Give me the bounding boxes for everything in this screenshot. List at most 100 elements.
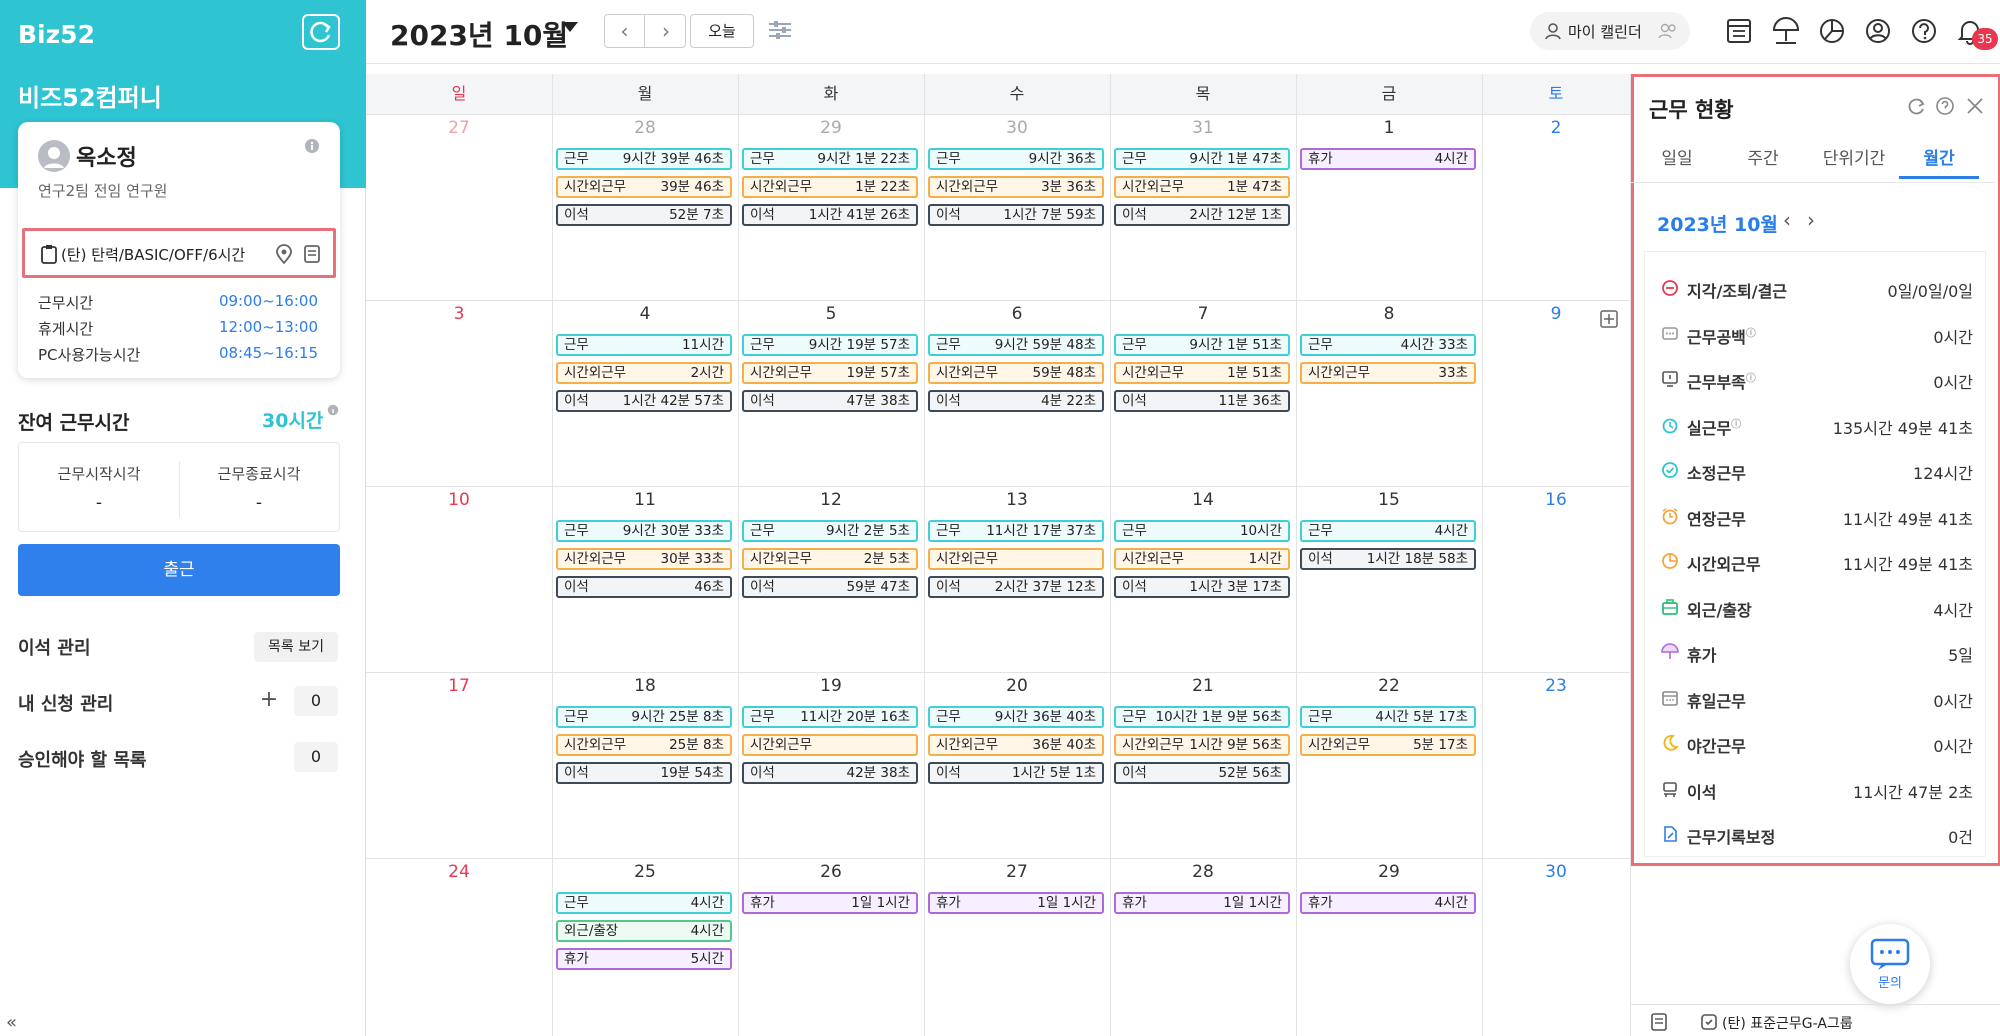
event-over[interactable]: 시간외근무 36분 40초 bbox=[928, 734, 1104, 756]
event-over[interactable]: 시간외근무 2시간 bbox=[556, 362, 732, 384]
event-work[interactable]: 근무 9시간 2분 5초 bbox=[742, 520, 918, 542]
event-over[interactable]: 시간외근무 33초 bbox=[1300, 362, 1476, 384]
location-pin-icon[interactable] bbox=[275, 244, 293, 264]
event-vac[interactable]: 휴가 4시간 bbox=[1300, 892, 1476, 914]
day-number[interactable]: 10 bbox=[366, 490, 552, 510]
day-number[interactable]: 13 bbox=[924, 490, 1110, 510]
day-number[interactable]: 11 bbox=[552, 490, 738, 510]
event-work[interactable]: 근무 4시간 5분 17초 bbox=[1300, 706, 1476, 728]
day-number[interactable]: 30 bbox=[924, 118, 1110, 138]
day-number[interactable]: 27 bbox=[366, 118, 552, 138]
help-icon[interactable] bbox=[1935, 96, 1955, 116]
tab-weekly[interactable]: 주간 bbox=[1723, 144, 1803, 169]
day-number[interactable]: 26 bbox=[738, 862, 924, 882]
day-number[interactable]: 5 bbox=[738, 304, 924, 324]
prev-month-button[interactable]: ‹ bbox=[605, 15, 645, 47]
event-work[interactable]: 근무 4시간 bbox=[1300, 520, 1476, 542]
event-vac[interactable]: 휴가 1일 1시간 bbox=[928, 892, 1104, 914]
event-vac[interactable]: 휴가 5시간 bbox=[556, 948, 732, 970]
event-work[interactable]: 근무 10시간 1분 9분 56초 bbox=[1114, 706, 1290, 728]
umbrella-icon[interactable] bbox=[1772, 17, 1800, 45]
day-number[interactable]: 8 bbox=[1296, 304, 1482, 324]
tab-monthly[interactable]: 월간 bbox=[1899, 144, 1979, 169]
day-number[interactable]: 20 bbox=[924, 676, 1110, 696]
event-work[interactable]: 근무 9시간 1분 51초 bbox=[1114, 334, 1290, 356]
event-work[interactable]: 근무 9시간 1분 22초 bbox=[742, 148, 918, 170]
event-away[interactable]: 이석 2시간 12분 1초 bbox=[1114, 204, 1290, 226]
inquiry-chat-button[interactable]: 문의 bbox=[1850, 924, 1930, 1004]
day-number[interactable]: 2 bbox=[1482, 118, 1630, 138]
next-month-button[interactable]: › bbox=[646, 15, 686, 47]
event-over[interactable]: 시간외근무 2분 5초 bbox=[742, 548, 918, 570]
caret-down-icon[interactable] bbox=[562, 22, 578, 32]
tab-daily[interactable]: 일일 bbox=[1637, 144, 1717, 169]
event-vac[interactable]: 휴가 1일 1시간 bbox=[742, 892, 918, 914]
day-number[interactable]: 29 bbox=[1296, 862, 1482, 882]
day-number[interactable]: 28 bbox=[552, 118, 738, 138]
list-calendar-icon[interactable] bbox=[1726, 17, 1752, 45]
event-vac[interactable]: 휴가 4시간 bbox=[1300, 148, 1476, 170]
add-request-button[interactable]: + bbox=[256, 688, 282, 714]
memo-icon[interactable] bbox=[1650, 1013, 1668, 1031]
event-vac[interactable]: 휴가 1일 1시간 bbox=[1114, 892, 1290, 914]
today-button[interactable]: 오늘 bbox=[690, 14, 754, 48]
day-number[interactable]: 22 bbox=[1296, 676, 1482, 696]
event-over[interactable]: 시간외근무 39분 46초 bbox=[556, 176, 732, 198]
day-number[interactable]: 7 bbox=[1110, 304, 1296, 324]
day-number[interactable]: 19 bbox=[738, 676, 924, 696]
event-away[interactable]: 이석 59분 47초 bbox=[742, 576, 918, 598]
event-work[interactable]: 근무 9시간 30분 33초 bbox=[556, 520, 732, 542]
check-in-button[interactable]: 출근 bbox=[18, 544, 340, 596]
event-work[interactable]: 근무 10시간 bbox=[1114, 520, 1290, 542]
event-away[interactable]: 이석 2시간 37분 12초 bbox=[928, 576, 1104, 598]
refresh-button[interactable] bbox=[302, 14, 340, 50]
memo-icon[interactable] bbox=[303, 244, 321, 264]
event-out[interactable]: 외근/출장 4시간 bbox=[556, 920, 732, 942]
event-away[interactable]: 이석 1시간 42분 57초 bbox=[556, 390, 732, 412]
event-work[interactable]: 근무 9시간 25분 8초 bbox=[556, 706, 732, 728]
info-icon[interactable] bbox=[304, 138, 320, 154]
panel-next-button[interactable]: › bbox=[1807, 208, 1815, 232]
event-over[interactable]: 시간외근무 19분 57초 bbox=[742, 362, 918, 384]
day-number[interactable]: 31 bbox=[1110, 118, 1296, 138]
list-view-button[interactable]: 목록 보기 bbox=[254, 632, 338, 662]
day-number[interactable]: 28 bbox=[1110, 862, 1296, 882]
event-away[interactable]: 이석 1시간 7분 59초 bbox=[928, 204, 1104, 226]
event-away[interactable]: 이석 11분 36초 bbox=[1114, 390, 1290, 412]
panel-prev-button[interactable]: ‹ bbox=[1783, 208, 1791, 232]
event-over[interactable]: 시간외근무 1시간 9분 56초 bbox=[1114, 734, 1290, 756]
day-number[interactable]: 15 bbox=[1296, 490, 1482, 510]
event-away[interactable]: 이석 19분 54초 bbox=[556, 762, 732, 784]
my-requests-count[interactable]: 0 bbox=[294, 686, 338, 716]
event-work[interactable]: 근무 9시간 1분 47초 bbox=[1114, 148, 1290, 170]
info-icon[interactable]: ⓘ bbox=[1731, 419, 1741, 430]
event-away[interactable]: 이석 52분 7초 bbox=[556, 204, 732, 226]
day-number[interactable]: 18 bbox=[552, 676, 738, 696]
event-over[interactable]: 시간외근무 5분 17초 bbox=[1300, 734, 1476, 756]
event-work[interactable]: 근무 9시간 19분 57초 bbox=[742, 334, 918, 356]
to-approve-count[interactable]: 0 bbox=[294, 742, 338, 772]
day-number[interactable]: 12 bbox=[738, 490, 924, 510]
event-over[interactable]: 시간외근무 1시간 bbox=[1114, 548, 1290, 570]
event-over[interactable]: 시간외근무 1분 51초 bbox=[1114, 362, 1290, 384]
my-calendar-button[interactable]: 마이 캘린더 bbox=[1530, 12, 1690, 50]
event-over[interactable]: 시간외근무 1분 47초 bbox=[1114, 176, 1290, 198]
work-schedule-box[interactable]: (탄) 탄력/BASIC/OFF/6시간 bbox=[22, 228, 336, 278]
pie-chart-icon[interactable] bbox=[1818, 17, 1846, 45]
add-event-icon[interactable] bbox=[1600, 310, 1618, 328]
day-number[interactable]: 6 bbox=[924, 304, 1110, 324]
collapse-sidebar-button[interactable]: « bbox=[6, 1012, 17, 1033]
event-work[interactable]: 근무 9시간 36분 40초 bbox=[928, 706, 1104, 728]
event-over[interactable]: 시간외근무 25분 8초 bbox=[556, 734, 732, 756]
day-number[interactable]: 25 bbox=[552, 862, 738, 882]
event-over[interactable]: 시간외근무 3분 36초 bbox=[928, 176, 1104, 198]
event-work[interactable]: 근무 9시간 39분 46초 bbox=[556, 148, 732, 170]
close-icon[interactable] bbox=[1965, 96, 1985, 116]
day-number[interactable]: 16 bbox=[1482, 490, 1630, 510]
refresh-icon[interactable] bbox=[1907, 96, 1927, 116]
day-number[interactable]: 17 bbox=[366, 676, 552, 696]
day-number[interactable]: 23 bbox=[1482, 676, 1630, 696]
info-icon[interactable]: ⓘ bbox=[1746, 328, 1756, 339]
event-over[interactable]: 시간외근무2시간 20분 16초 bbox=[742, 734, 918, 756]
day-number[interactable]: 21 bbox=[1110, 676, 1296, 696]
